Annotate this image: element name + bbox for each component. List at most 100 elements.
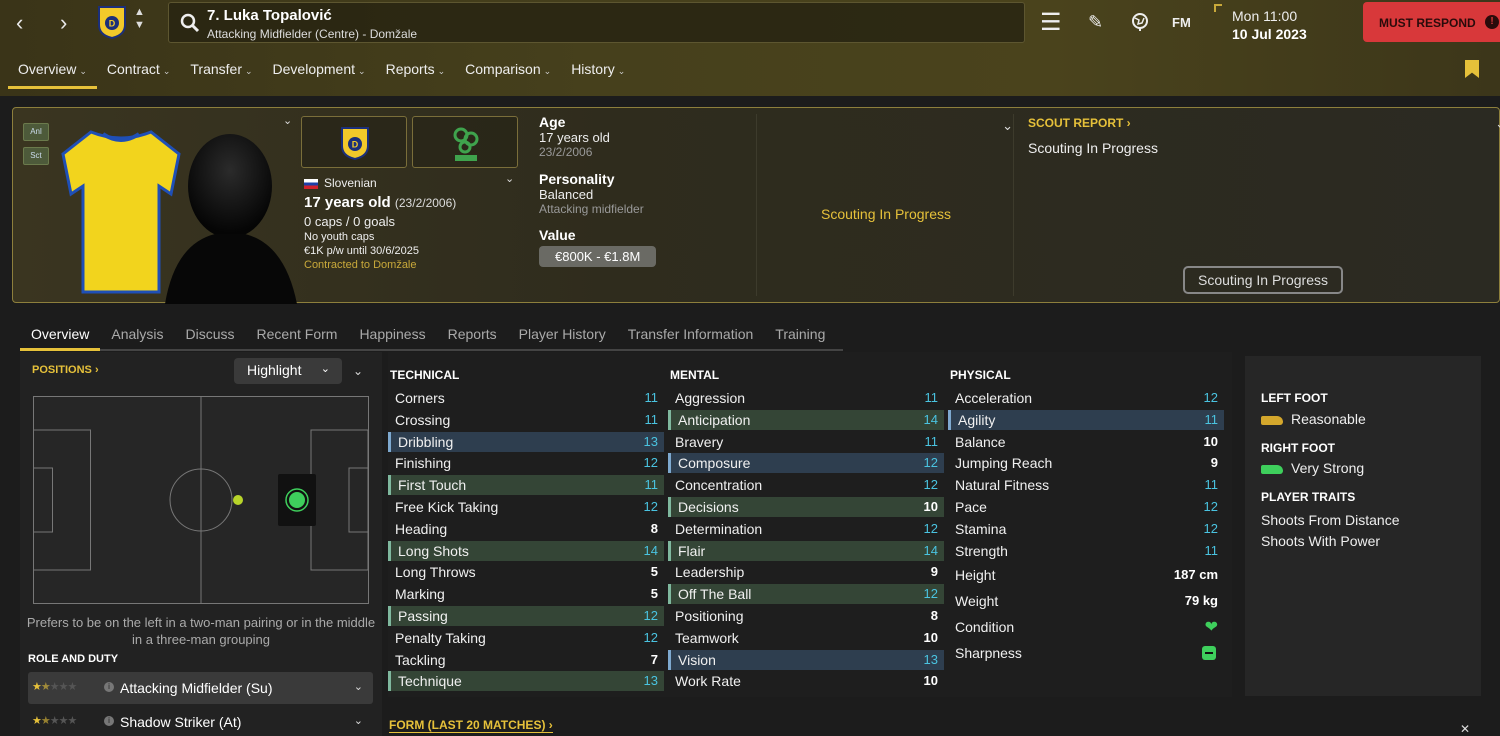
tab-transfer[interactable]: Transfer ⌄ [180, 58, 262, 89]
tab-contract[interactable]: Contract ⌄ [97, 58, 180, 89]
contract-link[interactable]: Contracted to Domžale [304, 259, 456, 271]
chevron-down-icon[interactable]: ⌄ [354, 680, 363, 693]
position-pitch-diagram[interactable] [33, 396, 369, 604]
attribute-row[interactable]: Corners 11 [388, 388, 664, 408]
fm-logo-icon[interactable]: FM [1172, 15, 1191, 30]
attribute-row[interactable]: Natural Fitness 11 [948, 475, 1224, 495]
subtab-happiness[interactable]: Happiness [348, 324, 436, 349]
subtab-discuss[interactable]: Discuss [175, 324, 246, 349]
world-icon[interactable] [1130, 12, 1150, 32]
edit-pencil-icon[interactable]: ✎ [1088, 12, 1103, 33]
attribute-row[interactable]: Technique 13 [388, 671, 664, 692]
attribute-row[interactable]: Determination 12 [668, 519, 944, 539]
info-icon[interactable]: i [104, 716, 114, 726]
chevron-down-icon[interactable]: ⌄ [1002, 118, 1013, 134]
club-badge-icon[interactable]: D [97, 5, 127, 39]
chevron-down-icon[interactable]: ⌄ [1495, 116, 1500, 132]
analyst-tag[interactable]: Anl [23, 123, 49, 141]
attribute-row[interactable]: Anticipation 14 [668, 409, 944, 430]
attribute-row[interactable]: Strength 11 [948, 541, 1224, 561]
bookmark-icon[interactable] [1465, 60, 1479, 78]
game-date[interactable]: Mon 11:00 10 Jul 2023 [1214, 4, 1344, 44]
subtab-analysis[interactable]: Analysis [100, 324, 174, 349]
attribute-row[interactable]: First Touch 11 [388, 475, 664, 496]
subtab-recent-form[interactable]: Recent Form [246, 324, 349, 349]
highlight-dropdown[interactable]: Highlight ⌄ [234, 358, 342, 384]
tab-development[interactable]: Development ⌄ [263, 58, 376, 89]
subtab-reports[interactable]: Reports [437, 324, 508, 349]
attribute-row[interactable]: Heading 8 [388, 519, 664, 539]
attribute-row[interactable]: Free Kick Taking 12 [388, 497, 664, 517]
subtab-player-history[interactable]: Player History [508, 324, 617, 349]
attribute-row[interactable]: Jumping Reach 9 [948, 453, 1224, 473]
attribute-row[interactable]: Stamina 12 [948, 519, 1224, 539]
close-icon[interactable]: ✕ [1460, 722, 1470, 736]
value-pill[interactable]: €800K - €1.8M [539, 246, 657, 267]
attribute-row[interactable]: Acceleration 12 [948, 388, 1224, 408]
must-respond-button[interactable]: MUST RESPOND ! [1363, 2, 1500, 42]
scouting-panel: ⌄ Scouting In Progress [756, 114, 1014, 296]
scouting-in-progress-button[interactable]: Scouting In Progress [1183, 266, 1343, 294]
chevron-down-icon[interactable]: ⌄ [353, 364, 363, 378]
attribute-value: 12 [1203, 520, 1218, 536]
attribute-row[interactable]: Long Throws 5 [388, 562, 664, 582]
attribute-row[interactable]: Positioning 8 [668, 606, 944, 626]
player-search-bar[interactable]: 7. Luka Topalović Attacking Midfielder (… [168, 2, 1025, 43]
chevron-down-icon: ⌄ [162, 66, 171, 76]
tab-history[interactable]: History ⌄ [561, 58, 635, 89]
nationality[interactable]: Slovenian [304, 176, 377, 190]
attribute-row[interactable]: Vision 13 [668, 649, 944, 670]
forward-arrow-icon[interactable]: › [60, 10, 67, 36]
attribute-row[interactable]: Off The Ball 12 [668, 584, 944, 605]
attribute-row[interactable]: Agility 11 [948, 409, 1224, 430]
prev-next-player-icon[interactable]: ▲ ▼ [134, 6, 145, 32]
role-row[interactable]: ★★★★★ i Attacking Midfielder (Su) ⌄ [28, 672, 373, 704]
attribute-row[interactable]: Long Shots 14 [388, 540, 664, 561]
attribute-row[interactable]: Crossing 11 [388, 410, 664, 430]
attribute-row[interactable]: Work Rate 10 [668, 671, 944, 691]
subtab-training[interactable]: Training [764, 324, 836, 349]
attribute-row[interactable]: Leadership 9 [668, 562, 944, 582]
tab-reports[interactable]: Reports ⌄ [376, 58, 456, 89]
attribute-name: Corners [395, 390, 445, 406]
attribute-row[interactable]: Teamwork 10 [668, 628, 944, 648]
attribute-row[interactable]: Composure 12 [668, 453, 944, 474]
attribute-row[interactable]: Aggression 11 [668, 388, 944, 408]
trait-item[interactable]: Shoots From Distance [1261, 512, 1400, 528]
condition-label: Condition [955, 619, 1015, 635]
attribute-row[interactable]: Decisions 10 [668, 497, 944, 517]
boot-icon [1261, 415, 1283, 425]
tab-overview[interactable]: Overview ⌄ [8, 58, 97, 89]
attribute-row[interactable]: Flair 14 [668, 540, 944, 561]
tab-comparison[interactable]: Comparison ⌄ [455, 58, 561, 89]
subtab-overview[interactable]: Overview [20, 324, 101, 351]
attribute-name: Heading [395, 520, 448, 537]
trait-item[interactable]: Shoots With Power [1261, 533, 1380, 549]
attribute-row[interactable]: Penalty Taking 12 [388, 628, 664, 648]
attribute-row[interactable]: Passing 12 [388, 606, 664, 626]
positions-link[interactable]: POSITIONS › [32, 364, 99, 376]
attribute-row[interactable]: Dribbling 13 [388, 431, 664, 452]
nation-badge-button[interactable] [412, 116, 518, 168]
attribute-row[interactable]: Tackling 7 [388, 650, 664, 670]
date-day: Mon 11:00 [1232, 8, 1298, 24]
scout-tag[interactable]: Sct [23, 147, 49, 165]
attribute-row[interactable]: Finishing 12 [388, 453, 664, 473]
scout-report-link[interactable]: SCOUT REPORT › [1028, 116, 1498, 130]
role-row[interactable]: ★★★★★ i Shadow Striker (At) ⌄ [28, 706, 373, 736]
attribute-row[interactable]: Pace 12 [948, 497, 1224, 517]
attribute-row[interactable]: Balance 10 [948, 432, 1224, 452]
attribute-row[interactable]: Bravery 11 [668, 432, 944, 452]
info-icon[interactable]: i [104, 682, 114, 692]
role-name: Attacking Midfielder (Su) [120, 680, 273, 696]
attribute-row[interactable]: Marking 5 [388, 584, 664, 604]
chevron-down-icon[interactable]: ⌄ [354, 714, 363, 727]
menu-icon[interactable]: ☰ [1040, 8, 1062, 37]
subtab-transfer-information[interactable]: Transfer Information [617, 324, 765, 349]
attribute-row[interactable]: Concentration 12 [668, 475, 944, 495]
club-badge-button[interactable]: D [301, 116, 407, 168]
back-arrow-icon[interactable]: ‹ [16, 10, 23, 36]
chevron-down-icon[interactable]: ⌄ [283, 114, 292, 127]
form-link[interactable]: FORM (LAST 20 MATCHES) › [389, 718, 553, 733]
chevron-down-icon[interactable]: ⌄ [505, 172, 514, 185]
